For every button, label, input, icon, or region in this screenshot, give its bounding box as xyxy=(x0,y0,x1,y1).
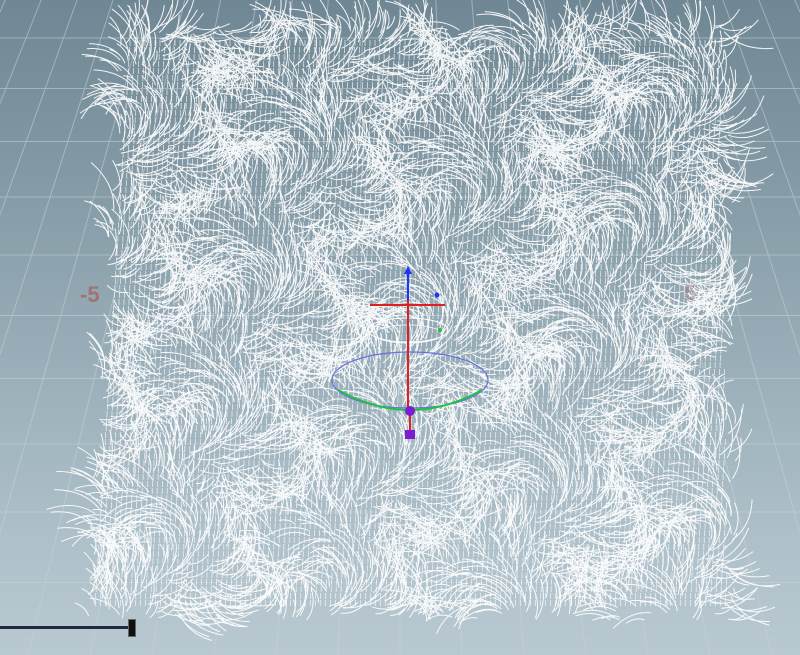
timeline-scrubber[interactable] xyxy=(0,619,136,637)
rotate-ring-icon[interactable] xyxy=(331,351,489,409)
gizmo-blue-dot[interactable] xyxy=(434,292,440,298)
timeline-track[interactable] xyxy=(0,626,130,629)
gizmo-green-dot[interactable] xyxy=(438,328,442,332)
3d-viewport[interactable]: -5 5 xyxy=(0,0,800,655)
transform-gizmo-icon[interactable] xyxy=(0,0,800,655)
handle-grip[interactable] xyxy=(405,430,415,439)
timeline-handle[interactable] xyxy=(128,619,136,637)
pivot-handle-icon[interactable] xyxy=(405,406,415,416)
gizmo-y-arrow[interactable] xyxy=(404,266,412,274)
